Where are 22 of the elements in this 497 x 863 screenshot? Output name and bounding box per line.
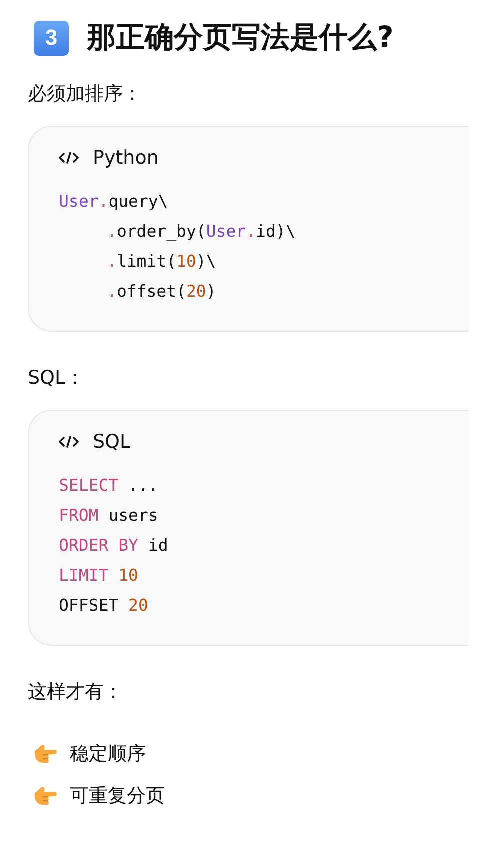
pointing-hand-icon — [32, 785, 58, 807]
heading: 那正确分页写法是什么? — [87, 19, 394, 56]
paragraph: SQL： — [28, 366, 86, 391]
pointing-hand-icon — [32, 743, 58, 765]
code-line: User.query\ — [59, 191, 168, 213]
code-line: .order_by(User.id)\ — [107, 221, 296, 243]
paragraph: 这样才有： — [28, 680, 124, 705]
language-label: Python — [93, 147, 159, 169]
language-label: SQL — [93, 431, 131, 453]
list-item: 可重复分页 — [70, 784, 165, 809]
code-line: LIMIT 10 — [59, 565, 138, 587]
code-line: FROM users — [59, 505, 158, 527]
number-badge: 3 — [34, 20, 69, 56]
code-line: OFFSET 20 — [59, 595, 148, 617]
code-line: .offset(20) — [107, 281, 216, 303]
code-icon — [59, 436, 79, 448]
list-item: 稳定顺序 — [70, 742, 146, 767]
code-line: ORDER BY id — [59, 535, 168, 557]
code-line: SELECT ... — [59, 475, 158, 497]
paragraph: 必须加排序： — [28, 82, 143, 107]
code-icon — [59, 152, 79, 164]
code-line: .limit(10)\ — [107, 251, 216, 273]
